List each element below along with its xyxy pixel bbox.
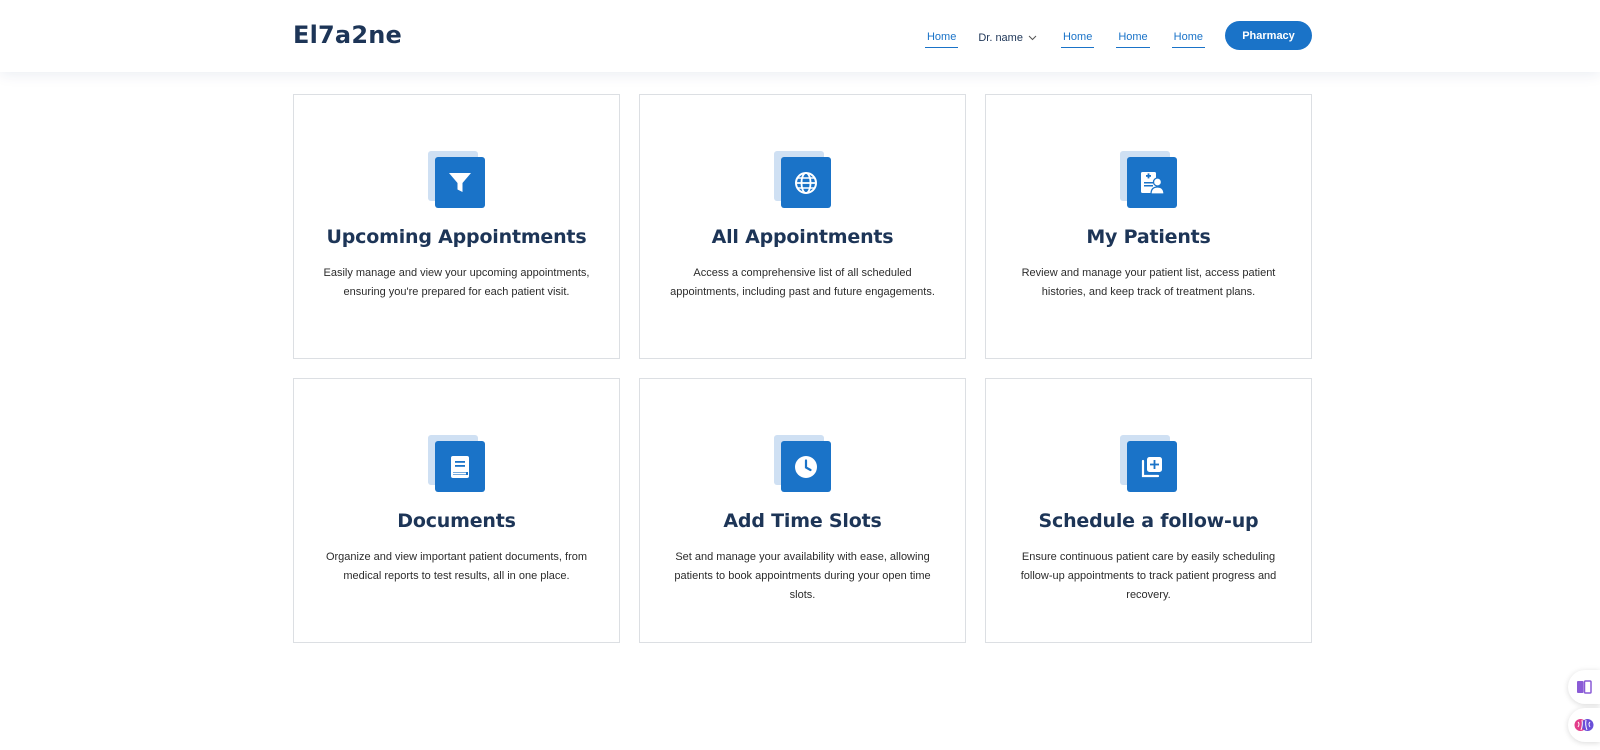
card-icon-box: [1119, 435, 1178, 493]
icon-box: [434, 157, 485, 208]
nav-link-home-4[interactable]: Home: [1171, 23, 1205, 48]
card-description: Organize and view important patient docu…: [325, 551, 588, 582]
icon-box: [434, 441, 485, 492]
card-title: Schedule a follow-up: [1038, 510, 1259, 532]
card-description: Easily manage and view your upcoming app…: [323, 267, 590, 298]
nav-dropdown-dr-name[interactable]: Dr. name: [976, 24, 1039, 48]
card-add-time-slots[interactable]: Add Time Slots Set and manage your avail…: [639, 378, 966, 643]
clock-icon: [794, 455, 817, 478]
book-icon: [450, 455, 469, 478]
reader-icon: [1577, 680, 1592, 694]
card-icon-box: [1119, 151, 1178, 209]
card-description: Ensure continuous patient care by easily…: [1020, 551, 1277, 601]
card-title: Upcoming Appointments: [326, 226, 587, 248]
card-title: My Patients: [1086, 226, 1211, 248]
card-icon-box: [427, 151, 486, 209]
card-description: Review and manage your patient list, acc…: [1021, 267, 1276, 298]
icon-box: [1126, 157, 1177, 208]
reader-widget-button[interactable]: [1568, 670, 1600, 704]
nav-link-home-1[interactable]: Home: [924, 23, 959, 48]
card-my-patients[interactable]: My Patients Review and manage your patie…: [985, 94, 1312, 359]
chevron-down-icon: [1028, 35, 1037, 40]
icon-box: [780, 157, 831, 208]
site-header: El7a2ne Home Dr. name Home Home Home Pha…: [0, 0, 1600, 72]
patient-record-icon: [1140, 171, 1165, 195]
nav-link-home-2[interactable]: Home: [1060, 23, 1095, 48]
filter-icon: [448, 172, 471, 192]
icon-box: [780, 441, 831, 492]
add-copy-icon: [1141, 456, 1162, 477]
assistant-widget-button[interactable]: [1568, 708, 1600, 742]
site-logo[interactable]: El7a2ne: [293, 21, 402, 49]
nav-link-home-3[interactable]: Home: [1116, 23, 1150, 48]
card-icon-box: [773, 151, 832, 209]
card-title: Documents: [397, 510, 516, 532]
card-upcoming-appointments[interactable]: Upcoming Appointments Easily manage and …: [293, 94, 620, 359]
brain-icon: [1574, 719, 1594, 731]
card-schedule-follow-up[interactable]: Schedule a follow-up Ensure continuous p…: [985, 378, 1312, 643]
icon-box: [1126, 441, 1177, 492]
card-icon-box: [427, 435, 486, 493]
card-all-appointments[interactable]: All Appointments Access a comprehensive …: [639, 94, 966, 359]
pharmacy-button[interactable]: Pharmacy: [1225, 21, 1312, 50]
card-documents[interactable]: Documents Organize and view important pa…: [293, 378, 620, 643]
nav-dropdown-label: Dr. name: [978, 31, 1023, 44]
card-title: Add Time Slots: [723, 510, 882, 532]
card-description: Access a comprehensive list of all sched…: [670, 267, 935, 298]
card-icon-box: [773, 435, 832, 493]
card-description: Set and manage your availability with ea…: [674, 551, 931, 601]
main-nav: Home Dr. name Home Home Home Pharmacy: [924, 21, 1312, 50]
globe-icon: [794, 171, 817, 194]
card-title: All Appointments: [711, 226, 894, 248]
